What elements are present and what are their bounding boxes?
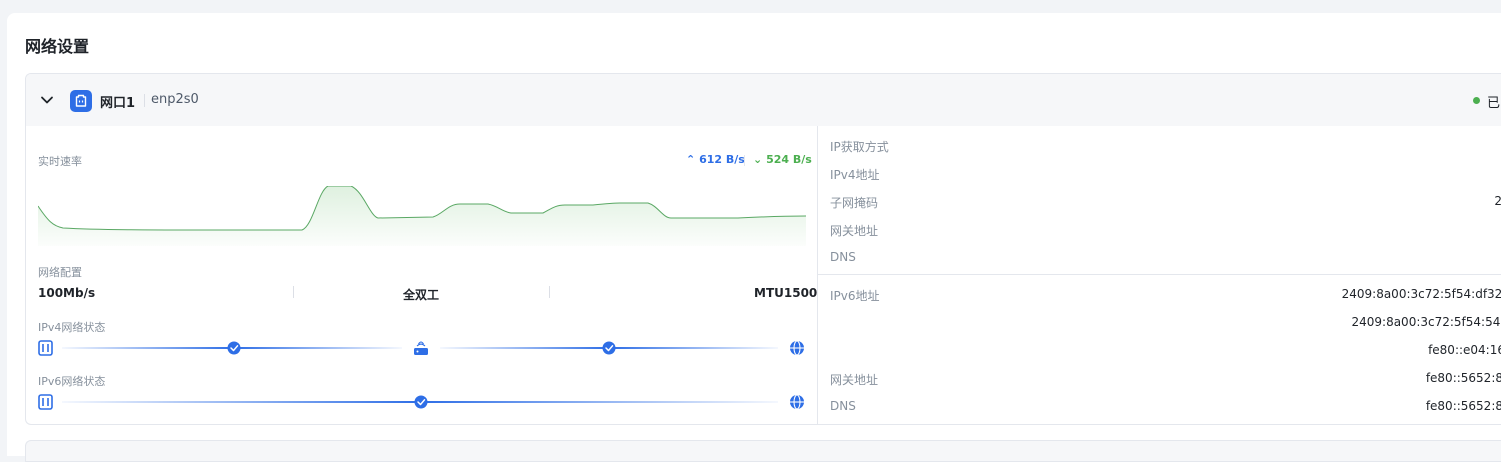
duplex-mode: 全双工 [403, 288, 440, 302]
realtime-speed-label: 实时速率 [38, 155, 82, 168]
speed-divider [744, 155, 745, 166]
page-title: 网络设置 [25, 37, 90, 56]
device-icon [38, 394, 53, 410]
ip-info-column: IP获取方式 IPv4地址 子网掩码 2 网关地址 DNS IPv6地址 240… [818, 126, 1501, 424]
config-divider [549, 286, 550, 298]
ipv4-address-label: IPv4地址 [830, 168, 880, 182]
ipv4-status-path [38, 340, 804, 356]
ip-mode-label: IP获取方式 [830, 140, 889, 154]
ipv6-gateway-value: fe80::5652:8 [1425, 371, 1501, 385]
ipv6-address: fe80::e04:16 [1428, 343, 1501, 357]
subnet-mask-label: 子网掩码 [830, 196, 879, 210]
status-dot [1473, 97, 1480, 104]
ipv6-gateway-label: 网关地址 [830, 373, 879, 387]
network-config-label: 网络配置 [38, 266, 82, 279]
check-circle-icon [227, 341, 241, 355]
ipv4-status-label: IPv4网络状态 [38, 321, 106, 334]
download-speed: ⌄ 524 B/s [753, 153, 812, 166]
ethernet-port-icon [70, 90, 92, 112]
ipv6-dns-value: fe80::5652:8 [1425, 399, 1501, 413]
header-divider [144, 94, 145, 107]
config-divider [293, 286, 294, 298]
check-circle-icon [414, 395, 428, 409]
ipv4-ipv6-divider [818, 274, 1501, 275]
arrow-down-icon: ⌄ [753, 153, 763, 166]
download-speed-value: 524 B/s [766, 153, 812, 166]
subnet-mask-value: 2 [1494, 194, 1501, 208]
port-name: 网口1 [100, 96, 136, 111]
router-icon [414, 341, 428, 355]
arrow-up-icon: ⌃ [686, 153, 696, 166]
upload-speed: ⌃ 612 B/s [686, 153, 745, 166]
check-circle-icon [602, 341, 616, 355]
network-port-panel-2[interactable] [25, 440, 1501, 462]
device-icon [38, 340, 53, 356]
mtu-value: MTU1500 [754, 286, 818, 300]
ipv6-address: 2409:8a00:3c72:5f54:df32:5 [1341, 287, 1501, 301]
upload-speed-value: 612 B/s [699, 153, 745, 166]
globe-icon [790, 340, 804, 356]
connection-status: 已 [1487, 96, 1501, 111]
network-port-panel: 网口1 enp2s0 已 实时速率 ⌃ 612 B/s ⌄ 524 B/s 网络… [25, 73, 1501, 425]
ipv4-dns-label: DNS [830, 250, 856, 264]
ipv6-status-path [38, 394, 804, 410]
chevron-down-icon[interactable] [40, 93, 54, 107]
ipv6-address: 2409:8a00:3c72:5f54:545 [1351, 315, 1501, 329]
port-stats-column: 实时速率 ⌃ 612 B/s ⌄ 524 B/s 网络配置 100Mb/s 全双… [26, 126, 817, 424]
port-device: enp2s0 [151, 92, 199, 107]
ipv6-status-label: IPv6网络状态 [38, 375, 106, 388]
ipv6-dns-label: DNS [830, 399, 856, 413]
link-speed: 100Mb/s [38, 286, 96, 300]
realtime-speed-chart [38, 186, 806, 246]
globe-icon [790, 394, 804, 410]
ipv6-address-label: IPv6地址 [830, 289, 880, 303]
port-header[interactable]: 网口1 enp2s0 已 [26, 74, 1501, 126]
ipv4-gateway-label: 网关地址 [830, 224, 879, 238]
